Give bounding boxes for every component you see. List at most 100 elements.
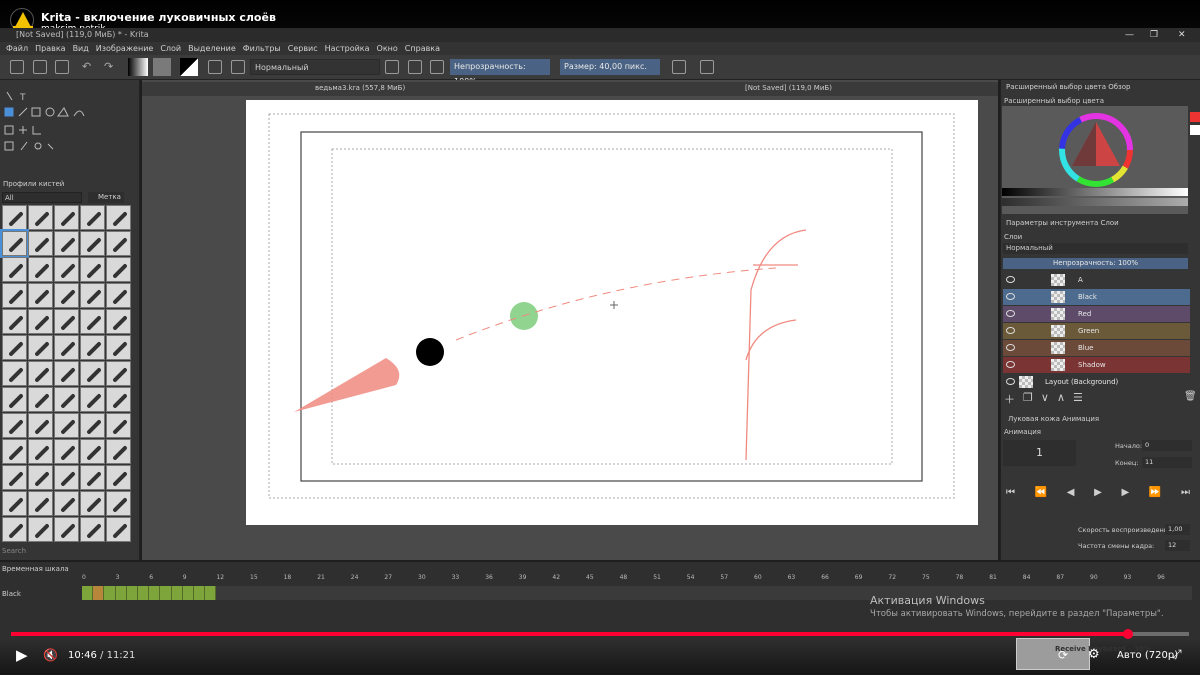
brush-preset-item[interactable] — [106, 309, 131, 334]
settings-gear-icon[interactable]: ⚙ — [1088, 647, 1100, 662]
menu-image[interactable]: Изображение — [96, 42, 154, 55]
layer-blend-select[interactable]: Нормальный — [1003, 243, 1188, 254]
brush-preset-item[interactable] — [80, 413, 105, 438]
brush-preset-item[interactable] — [54, 517, 79, 542]
prev-keyframe-icon[interactable]: ⏪ — [1035, 487, 1047, 501]
brush-preset-item[interactable] — [54, 387, 79, 412]
brush-preset-item[interactable] — [28, 231, 53, 256]
menu-settings[interactable]: Настройка — [325, 42, 370, 55]
menu-filters[interactable]: Фильтры — [243, 42, 281, 55]
play-icon[interactable]: ▶ — [1094, 487, 1102, 501]
color-selector[interactable] — [1002, 106, 1188, 214]
brush-preset-item[interactable] — [28, 491, 53, 516]
layer-row[interactable]: Red — [1003, 306, 1190, 322]
brush-preset-item[interactable] — [2, 439, 27, 464]
timeline-layer-name[interactable]: Black — [2, 590, 21, 598]
brush-preset-item[interactable] — [106, 231, 131, 256]
brush-preset-item[interactable] — [80, 517, 105, 542]
opacity-slider[interactable]: Непрозрачность: 100% — [450, 59, 550, 86]
layer-row[interactable]: A — [1003, 272, 1190, 288]
brush-preset-item[interactable] — [54, 335, 79, 360]
progress-scrubber[interactable] — [1122, 629, 1133, 639]
layer-row[interactable]: Layout (Background) — [1003, 374, 1190, 390]
size-slider[interactable]: Размер: 40,00 пикс. — [560, 59, 660, 75]
brush-preset-item[interactable] — [2, 517, 27, 542]
brush-preset-item[interactable] — [28, 517, 53, 542]
brush-preset-item[interactable] — [28, 361, 53, 386]
brush-preset-item[interactable] — [106, 517, 131, 542]
visibility-eye-icon[interactable] — [1006, 276, 1015, 283]
new-document-icon[interactable] — [10, 60, 24, 74]
brush-preset-item[interactable] — [106, 283, 131, 308]
background-color-icon[interactable] — [1190, 125, 1200, 135]
pattern-icon[interactable] — [153, 58, 171, 76]
brush-preset-item[interactable] — [28, 387, 53, 412]
frames-strip[interactable] — [82, 586, 1192, 600]
menu-tools[interactable]: Сервис — [288, 42, 318, 55]
visibility-eye-icon[interactable] — [1006, 327, 1015, 334]
visibility-eye-icon[interactable] — [1006, 344, 1015, 351]
redo-icon[interactable]: ↷ — [104, 60, 118, 74]
brush-preset-item[interactable] — [106, 205, 131, 230]
start-frame-field[interactable]: 0 — [1142, 440, 1192, 451]
gradient-icon[interactable] — [128, 58, 148, 76]
visibility-eye-icon[interactable] — [1006, 310, 1015, 317]
brush-preset-item[interactable] — [2, 361, 27, 386]
layer-opacity-slider[interactable]: Непрозрачность: 100% — [1003, 258, 1188, 269]
color-dock-tabs[interactable]: Расширенный выбор цвета Обзор — [1006, 83, 1131, 91]
brush-preset-item[interactable] — [54, 439, 79, 464]
brush-preset-item[interactable] — [54, 205, 79, 230]
menu-layer[interactable]: Слой — [160, 42, 181, 55]
brush-preset-item[interactable] — [2, 335, 27, 360]
canvas-page[interactable] — [246, 100, 978, 525]
autoplay-icon[interactable]: ⟳ — [1058, 648, 1068, 662]
keyframe[interactable] — [82, 586, 94, 600]
eraser-icon[interactable] — [385, 60, 399, 74]
brush-preset-item[interactable] — [2, 465, 27, 490]
brush-preset-item[interactable] — [80, 257, 105, 282]
brush-preset-item[interactable] — [80, 205, 105, 230]
layer-row[interactable]: Black — [1003, 289, 1190, 305]
brush-preset-item[interactable] — [28, 205, 53, 230]
menu-window[interactable]: Окно — [377, 42, 398, 55]
menu-file[interactable]: Файл — [6, 42, 28, 55]
brush-preset-item[interactable] — [54, 465, 79, 490]
layer-row[interactable]: Green — [1003, 323, 1190, 339]
keyframe[interactable] — [171, 586, 183, 600]
keyframe[interactable] — [138, 586, 150, 600]
brush-preset-item[interactable] — [80, 361, 105, 386]
mirror-vertical-icon[interactable] — [700, 60, 714, 74]
keyframe[interactable] — [182, 586, 194, 600]
brush-preset-item[interactable] — [28, 283, 53, 308]
brush-preset-item[interactable] — [54, 257, 79, 282]
close-icon[interactable]: ✕ — [1178, 30, 1186, 40]
brush-search-input[interactable]: Search — [2, 547, 26, 555]
move-up-icon[interactable]: ∧ — [1057, 391, 1065, 407]
video-title[interactable]: Krita - включение луковичных слоёв — [41, 11, 276, 24]
layer-dock-tabs[interactable]: Параметры инструмента Слои — [1006, 219, 1119, 227]
brush-preset-item[interactable] — [2, 309, 27, 334]
brush-preset-item[interactable] — [80, 231, 105, 256]
mirror-horizontal-icon[interactable] — [672, 60, 686, 74]
layer-row[interactable]: Blue — [1003, 340, 1190, 356]
brush-preset-item[interactable] — [0, 229, 29, 258]
open-document-icon[interactable] — [33, 60, 47, 74]
keyframe[interactable] — [160, 586, 172, 600]
duplicate-layer-icon[interactable]: ❐ — [1023, 391, 1033, 407]
brush-preset-item[interactable] — [106, 413, 131, 438]
undo-icon[interactable]: ↶ — [82, 60, 96, 74]
visibility-eye-icon[interactable] — [1006, 293, 1015, 300]
brush-preset-item[interactable] — [80, 387, 105, 412]
reload-preset-icon[interactable] — [430, 60, 444, 74]
brush-preset-item[interactable] — [2, 413, 27, 438]
frame-ruler[interactable]: 0 3 6 9 12 15 18 21 24 27 30 33 36 39 42 45 48 51 54 57 60 63… — [82, 574, 1192, 584]
brush-preset-item[interactable] — [54, 231, 79, 256]
brush-preset-item[interactable] — [106, 439, 131, 464]
brush-preset-item[interactable] — [28, 335, 53, 360]
minimize-icon[interactable]: — — [1125, 30, 1134, 40]
menu-help[interactable]: Справка — [405, 42, 440, 55]
brush-preset-item[interactable] — [28, 465, 53, 490]
keyframe[interactable] — [115, 586, 127, 600]
foreground-color-icon[interactable] — [1190, 112, 1200, 122]
brush-filter-select[interactable]: All — [2, 192, 82, 203]
